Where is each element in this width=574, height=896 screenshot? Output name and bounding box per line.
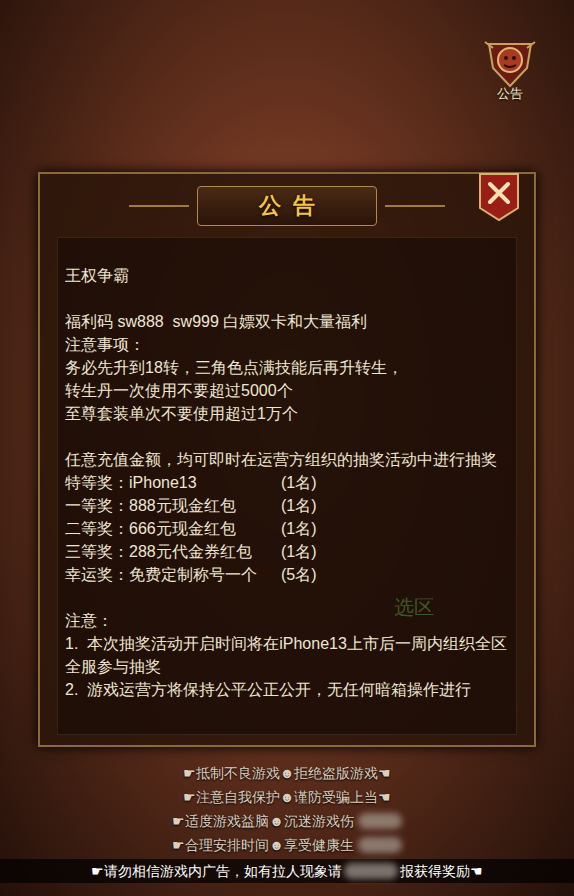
bottom-bar-text: ☛请勿相信游戏内广告，如有拉人现象请 bbox=[91, 861, 342, 882]
title-ornament-right bbox=[385, 205, 445, 207]
blank-line bbox=[65, 586, 510, 609]
emblem-icon bbox=[481, 38, 539, 90]
prize-label: 幸运奖：免费定制称号一个 bbox=[65, 563, 281, 586]
title-plaque: 公告 bbox=[197, 186, 377, 226]
notice-line: ☛合理安排时间☻享受健康生 bbox=[172, 833, 402, 857]
notice-dialog: 公告 选区王权争霸福利码 sw888 sw999 白嫖双卡和大量福利注意事项：务… bbox=[38, 172, 536, 747]
notice-content: 选区王权争霸福利码 sw888 sw999 白嫖双卡和大量福利注意事项：务必先升… bbox=[57, 237, 517, 735]
prize-row: 三等奖：288元代金券红包(1名) bbox=[65, 540, 510, 563]
notice-text: ☛抵制不良游戏☻拒绝盗版游戏☚ bbox=[183, 761, 392, 785]
notice-line: ☛注意自我保护☻谨防受骗上当☚ bbox=[183, 785, 392, 809]
title-ornament-left bbox=[129, 205, 189, 207]
prize-row: 幸运奖：免费定制称号一个(5名) bbox=[65, 563, 510, 586]
prize-count: (5名) bbox=[281, 563, 510, 586]
text-line: 至尊套装单次不要使用超过1万个 bbox=[65, 402, 510, 425]
notice-text: ☛注意自我保护☻谨防受骗上当☚ bbox=[183, 785, 392, 809]
notice-corner-button[interactable]: 公告 bbox=[478, 38, 542, 102]
background-label: 选区 bbox=[394, 592, 434, 622]
prize-count: (1名) bbox=[281, 540, 510, 563]
bottom-bar: ☛请勿相信游戏内广告，如有拉人现象请 报获得奖励☚ bbox=[0, 859, 574, 883]
prize-label: 特等奖：iPhone13 bbox=[65, 471, 281, 494]
watermark-blur bbox=[344, 863, 398, 879]
text-line: 注意事项： bbox=[65, 333, 510, 356]
prize-label: 二等奖：666元现金红包 bbox=[65, 517, 281, 540]
close-button[interactable] bbox=[478, 172, 520, 222]
notice-line: ☛适度游戏益脑☻沉迷游戏伤 bbox=[172, 809, 402, 833]
watermark-blur bbox=[358, 813, 402, 829]
prize-count: (1名) bbox=[281, 471, 510, 494]
text-line: 任意充值金额，均可即时在运营方组织的抽奖活动中进行抽奖 bbox=[65, 448, 510, 471]
close-icon bbox=[478, 172, 520, 222]
notice-line: ☛抵制不良游戏☻拒绝盗版游戏☚ bbox=[183, 761, 392, 785]
notice-corner-label: 公告 bbox=[497, 86, 523, 102]
prize-row: 二等奖：666元现金红包(1名) bbox=[65, 517, 510, 540]
dialog-title-bar: 公告 bbox=[40, 174, 534, 237]
prize-row: 一等奖：888元现金红包(1名) bbox=[65, 494, 510, 517]
text-line: 王权争霸 bbox=[65, 264, 510, 287]
prize-label: 三等奖：288元代金券红包 bbox=[65, 540, 281, 563]
dialog-title: 公告 bbox=[247, 189, 327, 222]
text-line: 2. 游戏运营方将保持公平公正公开，无任何暗箱操作进行 bbox=[65, 678, 510, 701]
text-line: 务必先升到18转，三角色点满技能后再升转生， bbox=[65, 356, 510, 379]
watermark-blur bbox=[358, 837, 402, 853]
content-lines: 王权争霸福利码 sw888 sw999 白嫖双卡和大量福利注意事项：务必先升到1… bbox=[65, 264, 510, 701]
top-strip: 公告 bbox=[0, 0, 574, 172]
prize-row: 特等奖：iPhone13(1名) bbox=[65, 471, 510, 494]
notice-text: ☛适度游戏益脑☻沉迷游戏伤 bbox=[172, 809, 354, 833]
game-screen: 公告 公告 选区王权争霸福利码 sw888 sw999 白嫖双卡和大量福利注意事… bbox=[0, 0, 574, 896]
health-notices: ☛抵制不良游戏☻拒绝盗版游戏☚☛注意自我保护☻谨防受骗上当☚☛适度游戏益脑☻沉迷… bbox=[0, 761, 574, 857]
bottom-bar-text: 报获得奖励☚ bbox=[400, 861, 483, 882]
text-line: 福利码 sw888 sw999 白嫖双卡和大量福利 bbox=[65, 310, 510, 333]
prize-count: (1名) bbox=[281, 494, 510, 517]
notice-text: ☛合理安排时间☻享受健康生 bbox=[172, 833, 354, 857]
text-line: 转生丹一次使用不要超过5000个 bbox=[65, 379, 510, 402]
prize-count: (1名) bbox=[281, 517, 510, 540]
text-line: 注意： bbox=[65, 609, 510, 632]
prize-label: 一等奖：888元现金红包 bbox=[65, 494, 281, 517]
text-line: 1. 本次抽奖活动开启时间将在iPhone13上市后一周内组织全区全服参与抽奖 bbox=[65, 632, 510, 678]
